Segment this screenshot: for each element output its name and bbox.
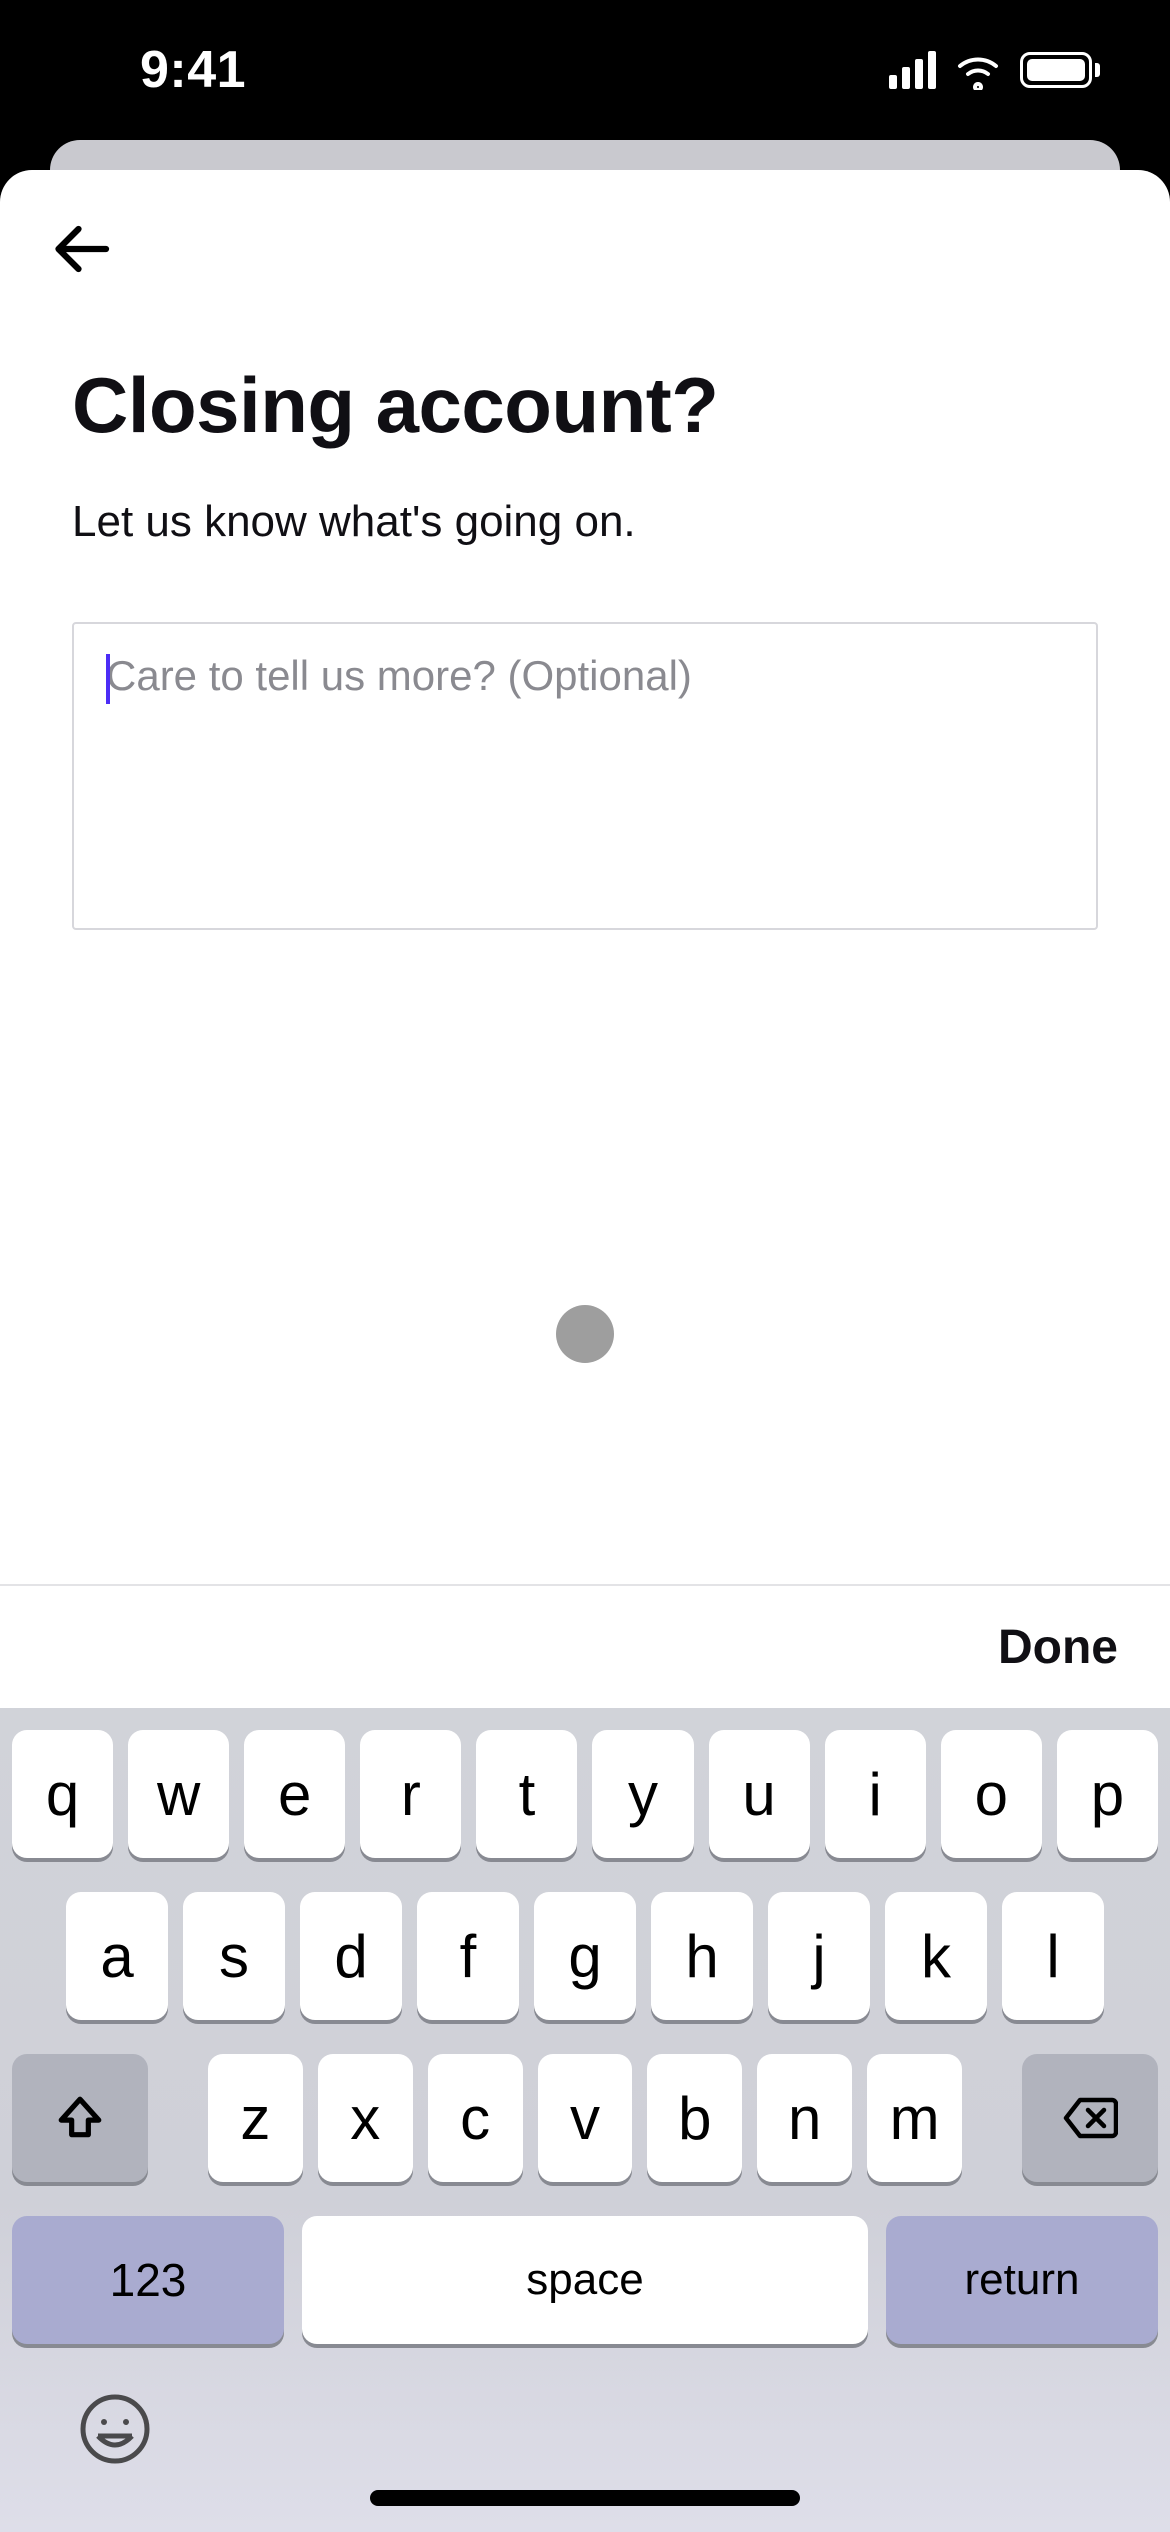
key-s[interactable]: s (183, 1892, 285, 2020)
key-j[interactable]: j (768, 1892, 870, 2020)
keyboard: q w e r t y u i o p a s d f g h j k l (0, 1708, 1170, 2532)
key-k[interactable]: k (885, 1892, 987, 2020)
status-indicators (889, 50, 1100, 90)
key-shift[interactable] (12, 2054, 148, 2182)
key-i[interactable]: i (825, 1730, 926, 1858)
key-z[interactable]: z (208, 2054, 303, 2182)
emoji-icon (78, 2392, 152, 2466)
key-p[interactable]: p (1057, 1730, 1158, 1858)
keyboard-row-3: z x c v b n m (12, 2054, 1158, 2182)
arrow-left-icon (51, 219, 111, 279)
keyboard-row-4: 123 space return (12, 2216, 1158, 2344)
key-b[interactable]: b (647, 2054, 742, 2182)
page-title: Closing account? (72, 360, 1098, 451)
key-c[interactable]: c (428, 2054, 523, 2182)
key-w[interactable]: w (128, 1730, 229, 1858)
cell-signal-icon (889, 51, 936, 89)
key-h[interactable]: h (651, 1892, 753, 2020)
keyboard-accessory-bar: Done (0, 1586, 1170, 1708)
key-y[interactable]: y (592, 1730, 693, 1858)
keyboard-row-2: a s d f g h j k l (12, 1892, 1158, 2020)
phone-frame: 9:41 Closing account? Let us know what's… (0, 0, 1170, 2532)
key-q[interactable]: q (12, 1730, 113, 1858)
key-n[interactable]: n (757, 2054, 852, 2182)
keyboard-row-1: q w e r t y u i o p (12, 1730, 1158, 1858)
key-f[interactable]: f (417, 1892, 519, 2020)
key-m[interactable]: m (867, 2054, 962, 2182)
text-caret (106, 654, 110, 704)
home-indicator[interactable] (370, 2490, 800, 2506)
key-o[interactable]: o (941, 1730, 1042, 1858)
status-time: 9:41 (70, 40, 246, 100)
key-t[interactable]: t (476, 1730, 577, 1858)
feedback-textarea[interactable]: Care to tell us more? (Optional) (72, 622, 1098, 930)
status-bar: 9:41 (0, 0, 1170, 140)
key-l[interactable]: l (1002, 1892, 1104, 2020)
shift-icon (55, 2093, 105, 2143)
battery-icon (1020, 52, 1100, 88)
key-x[interactable]: x (318, 2054, 413, 2182)
wifi-icon (954, 50, 1002, 90)
key-return[interactable]: return (886, 2216, 1158, 2344)
modal-sheet: Closing account? Let us know what's goin… (0, 170, 1170, 2532)
key-d[interactable]: d (300, 1892, 402, 2020)
back-button[interactable] (48, 216, 114, 282)
content-area: Closing account? Let us know what's goin… (0, 170, 1170, 930)
page-subtitle: Let us know what's going on. (72, 493, 1098, 550)
done-button[interactable]: Done (998, 1620, 1118, 1675)
key-backspace[interactable] (1022, 2054, 1158, 2182)
emoji-button[interactable] (78, 2392, 152, 2471)
key-r[interactable]: r (360, 1730, 461, 1858)
textarea-placeholder: Care to tell us more? (Optional) (106, 652, 692, 699)
key-g[interactable]: g (534, 1892, 636, 2020)
keyboard-footer (0, 2362, 1170, 2532)
key-a[interactable]: a (66, 1892, 168, 2020)
key-u[interactable]: u (709, 1730, 810, 1858)
loading-indicator (556, 1305, 614, 1363)
key-e[interactable]: e (244, 1730, 345, 1858)
key-v[interactable]: v (538, 2054, 633, 2182)
key-space[interactable]: space (302, 2216, 868, 2344)
backspace-icon (1062, 2096, 1118, 2140)
key-numbers[interactable]: 123 (12, 2216, 284, 2344)
